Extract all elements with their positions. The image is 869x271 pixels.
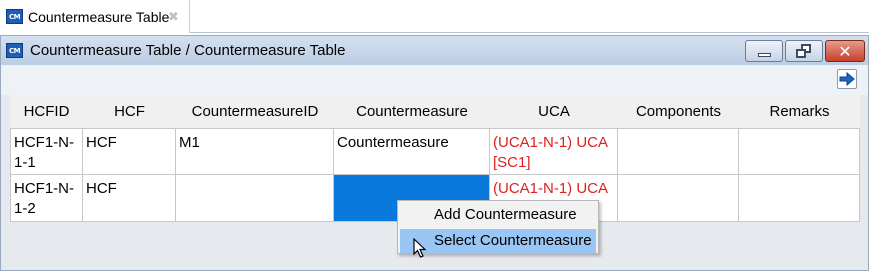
cell-components[interactable] (618, 175, 739, 222)
menu-item-select-countermeasure[interactable]: Select Countermeasure (400, 229, 596, 253)
cell-hcf[interactable]: HCF (83, 175, 176, 222)
cell-uca[interactable]: (UCA1-N-1) UCA [SC1] (490, 128, 618, 175)
cell-remarks[interactable] (739, 128, 860, 175)
window-titlebar[interactable]: CM Countermeasure Table / Countermeasure… (1, 36, 868, 65)
minimize-button[interactable] (745, 40, 783, 62)
export-arrow-icon[interactable] (837, 69, 857, 89)
restore-icon (796, 44, 812, 58)
cell-hcfid[interactable]: HCF1-N-1-1 (10, 128, 83, 175)
column-header[interactable]: HCF (83, 95, 176, 128)
table-header-row: HCFID HCF CountermeasureID Countermeasur… (10, 95, 860, 128)
context-menu: Add Countermeasure Select Countermeasure (397, 200, 599, 254)
tab-countermeasure-table[interactable]: CM Countermeasure Table ✖ (0, 0, 190, 33)
cell-countermeasure[interactable]: Countermeasure (334, 128, 490, 175)
cell-hcf[interactable]: HCF (83, 128, 176, 175)
mouse-cursor-icon (413, 238, 427, 258)
close-icon: ✕ (838, 41, 852, 61)
window-title: Countermeasure Table / Countermeasure Ta… (30, 42, 346, 59)
cell-remarks[interactable] (739, 175, 860, 222)
table-row[interactable]: HCF1-N-1-1 HCF M1 Countermeasure (UCA1-N… (10, 128, 860, 175)
column-header[interactable]: HCFID (10, 95, 83, 128)
column-header[interactable]: CountermeasureID (176, 95, 334, 128)
column-header[interactable]: UCA (490, 95, 618, 128)
cell-countermeasure-id[interactable] (176, 175, 334, 222)
window-app-icon: CM (6, 43, 23, 58)
cell-components[interactable] (618, 128, 739, 175)
column-header[interactable]: Components (618, 95, 739, 128)
minimize-icon (757, 53, 771, 57)
close-button[interactable]: ✕ (825, 40, 865, 62)
cell-countermeasure-id[interactable]: M1 (176, 128, 334, 175)
app-icon: CM (6, 9, 23, 24)
menu-item-add-countermeasure[interactable]: Add Countermeasure (400, 203, 596, 227)
column-header[interactable]: Remarks (739, 95, 860, 128)
tab-close-icon[interactable]: ✖ (168, 9, 179, 25)
tab-label: Countermeasure Table (28, 8, 170, 25)
toolbar (1, 65, 868, 95)
cell-hcfid[interactable]: HCF1-N-1-2 (10, 175, 83, 222)
column-header[interactable]: Countermeasure (334, 95, 490, 128)
tab-strip: CM Countermeasure Table ✖ (0, 0, 869, 33)
restore-button[interactable] (785, 40, 823, 62)
